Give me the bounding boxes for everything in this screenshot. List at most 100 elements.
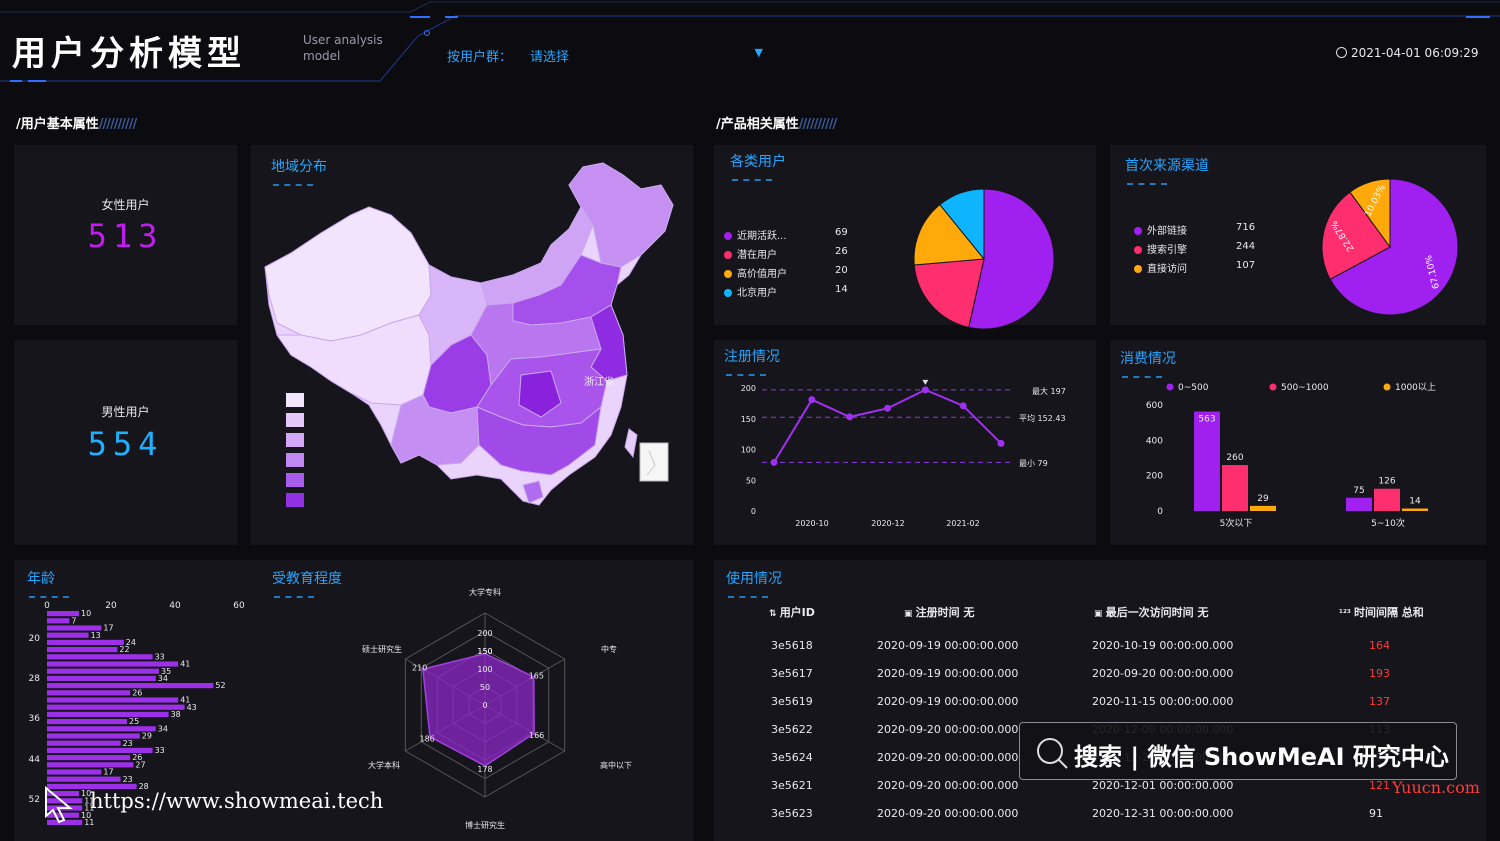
search-icon xyxy=(1037,738,1068,769)
consume-legend-label: 1000以上 xyxy=(1395,382,1436,393)
consume-bar-chart[interactable]: 0 200 400 600 0~500 500~1000 1000以上 563 260 29 5次以… xyxy=(1110,340,1486,545)
register-line-chart[interactable]: 最大 197 平均 152.43 最小 79 0 50 100 150 200 2020-… xyxy=(714,340,1096,545)
section-product: /产品相关属性////////// xyxy=(716,117,837,132)
clock-icon xyxy=(1336,47,1347,58)
y-tick-label: 52 xyxy=(29,795,40,805)
age-bar-label: 25 xyxy=(129,717,139,726)
age-bar-label: 43 xyxy=(187,703,197,712)
x-tick-label: 40 xyxy=(169,601,181,611)
table-header[interactable]: ¹²³ 时间间隔 总和 xyxy=(1339,604,1424,620)
age-bar-label: 41 xyxy=(180,660,190,669)
age-bar xyxy=(47,776,121,782)
section-user-basic-slashes: ////////// xyxy=(98,117,137,132)
yuucn-watermark: Yuucn.com xyxy=(1392,778,1480,797)
y-tick-label: 150 xyxy=(741,415,756,424)
age-bar xyxy=(47,755,131,761)
user-types-legend-label: 高价值用户 xyxy=(737,269,787,280)
radar-value-label: 210 xyxy=(412,663,427,672)
user-types-legend-item[interactable]: 北京用户 14 xyxy=(724,284,865,299)
age-bar-label: 34 xyxy=(158,674,168,683)
consume-legend-label: 0~500 xyxy=(1178,383,1209,393)
channels-panel: 首次来源渠道 外部链接 716 搜索引擎 244 直接访问 107 67.10% 22.87… xyxy=(1110,145,1486,325)
radar-value-label: 166 xyxy=(529,731,544,740)
user-types-legend-value: 26 xyxy=(835,246,848,257)
channels-legend-item[interactable]: 搜索引擎 244 xyxy=(1134,241,1266,256)
age-bar xyxy=(47,618,70,624)
register-point xyxy=(959,402,967,410)
female-value: 513 xyxy=(87,217,164,255)
channels-pie[interactable]: 67.10%22.87%10.03% xyxy=(1310,168,1480,328)
radar-category-label: 大学本科 xyxy=(368,760,400,770)
age-bar xyxy=(47,704,185,710)
age-bar xyxy=(47,661,179,667)
legend-dot-icon xyxy=(1134,227,1142,235)
age-bar-label: 17 xyxy=(103,624,113,633)
legend-dot-icon xyxy=(1166,383,1174,391)
age-bar-label: 26 xyxy=(132,688,142,697)
x-tick-label: 20 xyxy=(105,601,117,611)
cursor-icon xyxy=(45,785,73,824)
consume-bar-label: 126 xyxy=(1378,477,1395,487)
age-bar-label: 33 xyxy=(155,652,165,661)
y-tick-label: 200 xyxy=(741,384,756,393)
user-types-pie[interactable] xyxy=(904,180,1064,340)
register-panel: 注册情况 最大 197 平均 152.43 最小 79 0 50 100 150 200… xyxy=(714,340,1096,545)
channels-legend-item[interactable]: 外部链接 716 xyxy=(1134,222,1266,237)
y-tick-label: 600 xyxy=(1146,401,1163,411)
channels-legend-item[interactable]: 直接访问 107 xyxy=(1134,260,1266,275)
user-types-legend-item[interactable]: 近期活跃... 69 xyxy=(724,227,865,242)
table-header[interactable]: ▣ 注册时间 无 xyxy=(904,604,974,620)
y-tick-label: 20 xyxy=(29,634,41,644)
user-group-select-value: 请选择 xyxy=(530,50,570,65)
register-min-label: 最小 79 xyxy=(1019,459,1048,468)
map-legend-swatch xyxy=(286,493,304,507)
radar-value-label: 150 xyxy=(477,647,492,656)
user-types-legend-value: 14 xyxy=(835,284,848,295)
x-tick-label: 2020-12 xyxy=(871,519,904,528)
table-cell: 2020-09-20 00:00:00.000 xyxy=(877,723,1019,736)
age-bar xyxy=(47,654,153,660)
x-tick-label: 5次以下 xyxy=(1220,517,1253,529)
section-product-label: 产品相关属性 xyxy=(720,117,799,132)
table-header[interactable]: ▣ 最后一次访问时间 无 xyxy=(1094,604,1208,620)
age-bar-label: 23 xyxy=(123,775,133,784)
datetime-text: 2021-04-01 06:09:29 xyxy=(1351,46,1479,60)
user-group-select[interactable]: 请选择 ▼ xyxy=(530,46,765,65)
user-types-legend-item[interactable]: 潜在用户 26 xyxy=(724,246,865,261)
table-header[interactable]: ⇅ 用户ID xyxy=(769,604,815,620)
channels-legend-value: 107 xyxy=(1236,260,1256,271)
section-user-basic-label: 用户基本属性 xyxy=(20,117,99,132)
consume-bar xyxy=(1346,497,1372,511)
section-product-slashes: ////////// xyxy=(798,117,837,132)
legend-dot-icon xyxy=(1383,383,1391,391)
user-group-label: 按用户群： xyxy=(447,50,513,65)
age-bar-label: 17 xyxy=(103,768,113,777)
legend-dot-icon xyxy=(724,251,732,259)
table-cell: 2020-09-20 00:00:00.000 xyxy=(877,751,1019,764)
register-point xyxy=(884,404,891,412)
consume-bar-label: 75 xyxy=(1353,486,1364,496)
usage-title: 使用情况 xyxy=(726,568,782,598)
age-bar-label: 22 xyxy=(119,645,129,654)
table-cell: 3e5618 xyxy=(771,639,813,652)
legend-dot-icon xyxy=(1269,383,1277,391)
table-cell: 2020-09-19 00:00:00.000 xyxy=(877,639,1019,652)
age-bar xyxy=(47,668,159,674)
table-cell: 3e5624 xyxy=(771,751,813,764)
male-panel: 男性用户 554 xyxy=(14,340,237,545)
user-types-legend-item[interactable]: 高价值用户 20 xyxy=(724,265,865,280)
age-bar xyxy=(47,683,214,689)
age-bar xyxy=(47,769,102,775)
age-bar xyxy=(47,647,118,653)
number-icon: ¹²³ xyxy=(1339,609,1354,619)
china-map[interactable]: 浙江省 xyxy=(251,145,693,545)
consume-bar xyxy=(1374,488,1400,511)
age-bar-label: 34 xyxy=(158,724,168,733)
table-header-label: 注册时间 无 xyxy=(915,606,975,619)
age-bar-label: 52 xyxy=(215,681,225,690)
table-cell: 2020-12-31 00:00:00.000 xyxy=(1092,807,1234,820)
x-tick-label: 2021-02 xyxy=(946,519,979,528)
radar-value-label: 186 xyxy=(419,734,434,743)
usage-panel: 使用情况 ⇅ 用户ID ▣ 注册时间 无 ▣ 最后一次访问时间 无 ¹²³ 时间间隔 … xyxy=(714,560,1486,841)
y-tick-label: 200 xyxy=(1146,472,1163,482)
